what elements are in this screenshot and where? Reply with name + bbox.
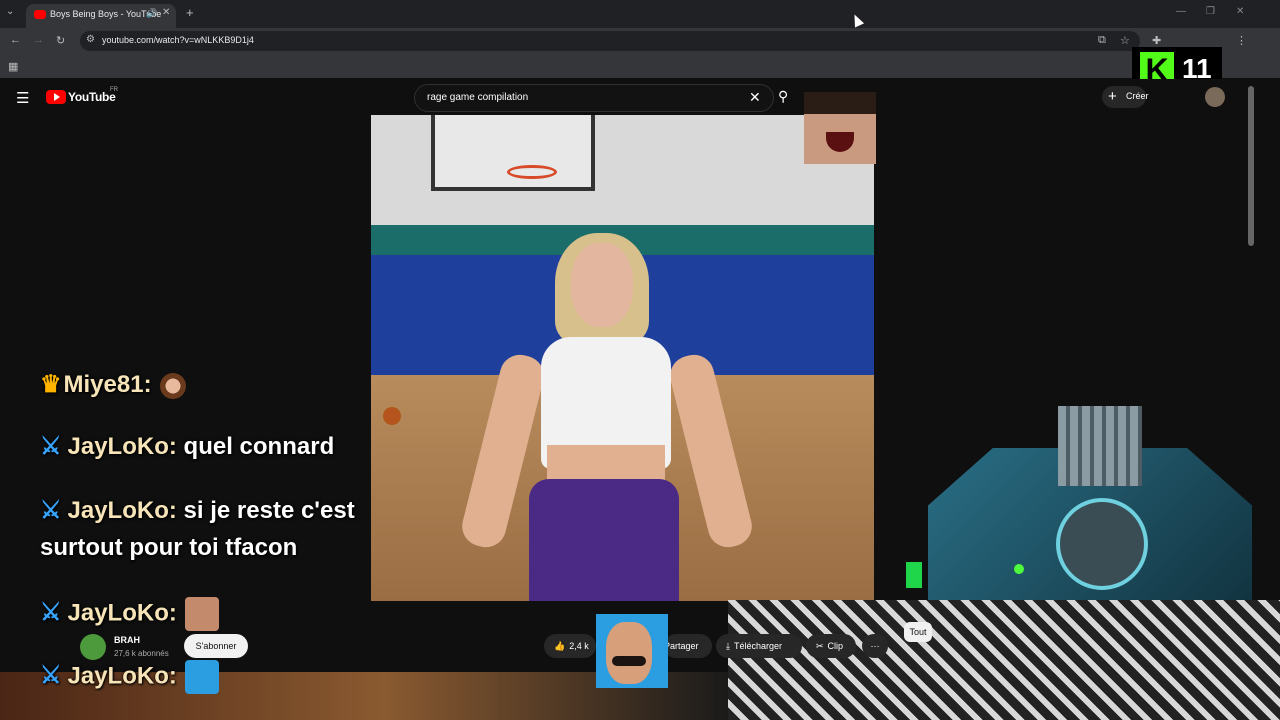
search-icon[interactable]: ⚲	[778, 88, 788, 105]
share-label: Partager	[664, 641, 699, 651]
region-label: FR	[110, 87, 118, 93]
clip-label: Clip	[827, 641, 844, 651]
plus-icon: +	[1108, 88, 1117, 105]
chat-message: ♛Miye81:	[40, 370, 186, 399]
install-icon[interactable]: ⧉	[1098, 34, 1106, 47]
streamer-webcam-laughing	[804, 92, 876, 164]
forward-icon[interactable]: →	[33, 34, 44, 46]
chat-username: JayLoKo	[67, 599, 169, 627]
backboard	[431, 115, 595, 191]
youtube-logo-icon[interactable]	[46, 90, 66, 104]
emote-icon	[159, 372, 186, 399]
thumbs-up-icon: 👍	[554, 641, 566, 651]
youtube-logo-text[interactable]: YouTube	[68, 90, 116, 104]
create-label: Créer	[1126, 91, 1149, 101]
chat-username: JayLoKo	[67, 662, 169, 690]
url-text: youtube.com/watch?v=wNLKKB9D1j4	[102, 35, 254, 45]
subscribe-button[interactable]: S'abonner	[184, 634, 248, 658]
like-count: 2,4 k	[569, 641, 589, 651]
back-icon[interactable]: ←	[10, 34, 21, 46]
youtube-favicon-icon	[34, 10, 46, 19]
browser-tab[interactable]: Boys Being Boys - YouTube 🔊 ✕	[26, 4, 176, 28]
scrollbar[interactable]	[1248, 86, 1254, 246]
scissors-icon: ✂	[816, 641, 824, 651]
tab-list-icon[interactable]: ⌄	[6, 6, 14, 17]
more-actions-button[interactable]: ⋯	[862, 634, 888, 658]
star-icon[interactable]: ☆	[1120, 34, 1130, 47]
chat-message: ⚔ JayLoKo:	[40, 660, 219, 694]
channel-subscriber-count: 27,6 k abonnés	[114, 649, 169, 658]
person-head	[571, 243, 633, 327]
chat-username: JayLoKo	[67, 497, 169, 524]
chat-message: ⚔ JayLoKo: quel connard	[40, 433, 335, 460]
streamer-shirt	[728, 600, 1280, 720]
speaker-icon[interactable]: 🔊	[146, 8, 157, 19]
basketball-hoop	[507, 165, 557, 179]
overlay-vent	[1058, 406, 1142, 486]
webcam-mouth	[826, 132, 854, 152]
create-button[interactable]: + Créer	[1102, 86, 1149, 108]
chat-username: JayLoKo	[67, 433, 169, 460]
chat-text: surtout pour toi tfacon	[40, 534, 298, 561]
minimize-icon[interactable]: —	[1176, 6, 1186, 17]
green-indicator	[906, 562, 922, 588]
sword-badge-icon: ⚔	[40, 497, 62, 524]
webcam-mustache	[612, 656, 646, 666]
sword-badge-icon: ⚔	[40, 599, 62, 627]
bookmarks-bar	[0, 54, 1280, 78]
site-settings-icon[interactable]: ⚙	[86, 34, 95, 45]
emote-icon	[184, 597, 219, 631]
close-window-icon[interactable]: ✕	[1236, 6, 1244, 17]
filter-chip-all[interactable]: Tout	[904, 622, 932, 642]
crown-badge-icon: ♛	[40, 371, 62, 398]
share-button[interactable]: Partager	[664, 634, 712, 658]
download-label: Télécharger	[733, 641, 783, 651]
overlay-core	[1056, 498, 1148, 590]
overlay-green-light	[1014, 564, 1024, 574]
channel-avatar[interactable]	[80, 634, 106, 660]
kebab-menu-icon[interactable]: ⋮	[1236, 34, 1247, 47]
webcam-face	[606, 622, 652, 684]
basketball	[383, 407, 401, 425]
clip-button[interactable]: ✂ Clip	[806, 634, 856, 658]
reload-icon[interactable]: ↻	[56, 34, 65, 47]
download-icon: ⤓	[726, 641, 730, 651]
extensions-icon[interactable]: ✚	[1152, 34, 1161, 47]
webcam-hair	[804, 92, 876, 114]
chat-text: quel connard	[183, 433, 335, 460]
chat-text: si je reste c'est	[183, 497, 355, 524]
close-tab-icon[interactable]: ✕	[162, 7, 170, 18]
hamburger-menu-icon[interactable]: ☰	[16, 89, 29, 107]
streamer-webcam-mustache	[596, 614, 668, 688]
chat-username: Miye81	[63, 371, 144, 398]
new-tab-icon[interactable]: +	[186, 5, 194, 20]
clear-search-icon[interactable]: ✕	[749, 89, 761, 106]
maximize-icon[interactable]: ❐	[1206, 6, 1215, 17]
address-bar[interactable]: ⚙ youtube.com/watch?v=wNLKKB9D1j4	[80, 31, 1140, 51]
search-input[interactable]: rage game compilation ✕	[414, 84, 774, 112]
download-button[interactable]: ⤓ Télécharger	[716, 634, 802, 658]
search-query: rage game compilation	[427, 92, 529, 103]
apps-grid-icon[interactable]: ▦	[8, 60, 18, 73]
sword-badge-icon: ⚔	[40, 433, 62, 460]
tab-title: Boys Being Boys - YouTube	[50, 9, 162, 19]
person-pants	[529, 479, 679, 601]
channel-name[interactable]: BRAH	[114, 635, 140, 645]
chat-message-continuation: surtout pour toi tfacon	[40, 534, 297, 562]
like-button[interactable]: 👍 2,4 k	[544, 634, 596, 658]
sword-badge-icon: ⚔	[40, 662, 62, 690]
video-player[interactable]	[371, 115, 874, 601]
emote-icon	[184, 660, 219, 694]
chat-message: ⚔ JayLoKo:	[40, 597, 219, 631]
avatar[interactable]	[1205, 87, 1225, 107]
chat-message: ⚔ JayLoKo: si je reste c'est	[40, 497, 355, 524]
